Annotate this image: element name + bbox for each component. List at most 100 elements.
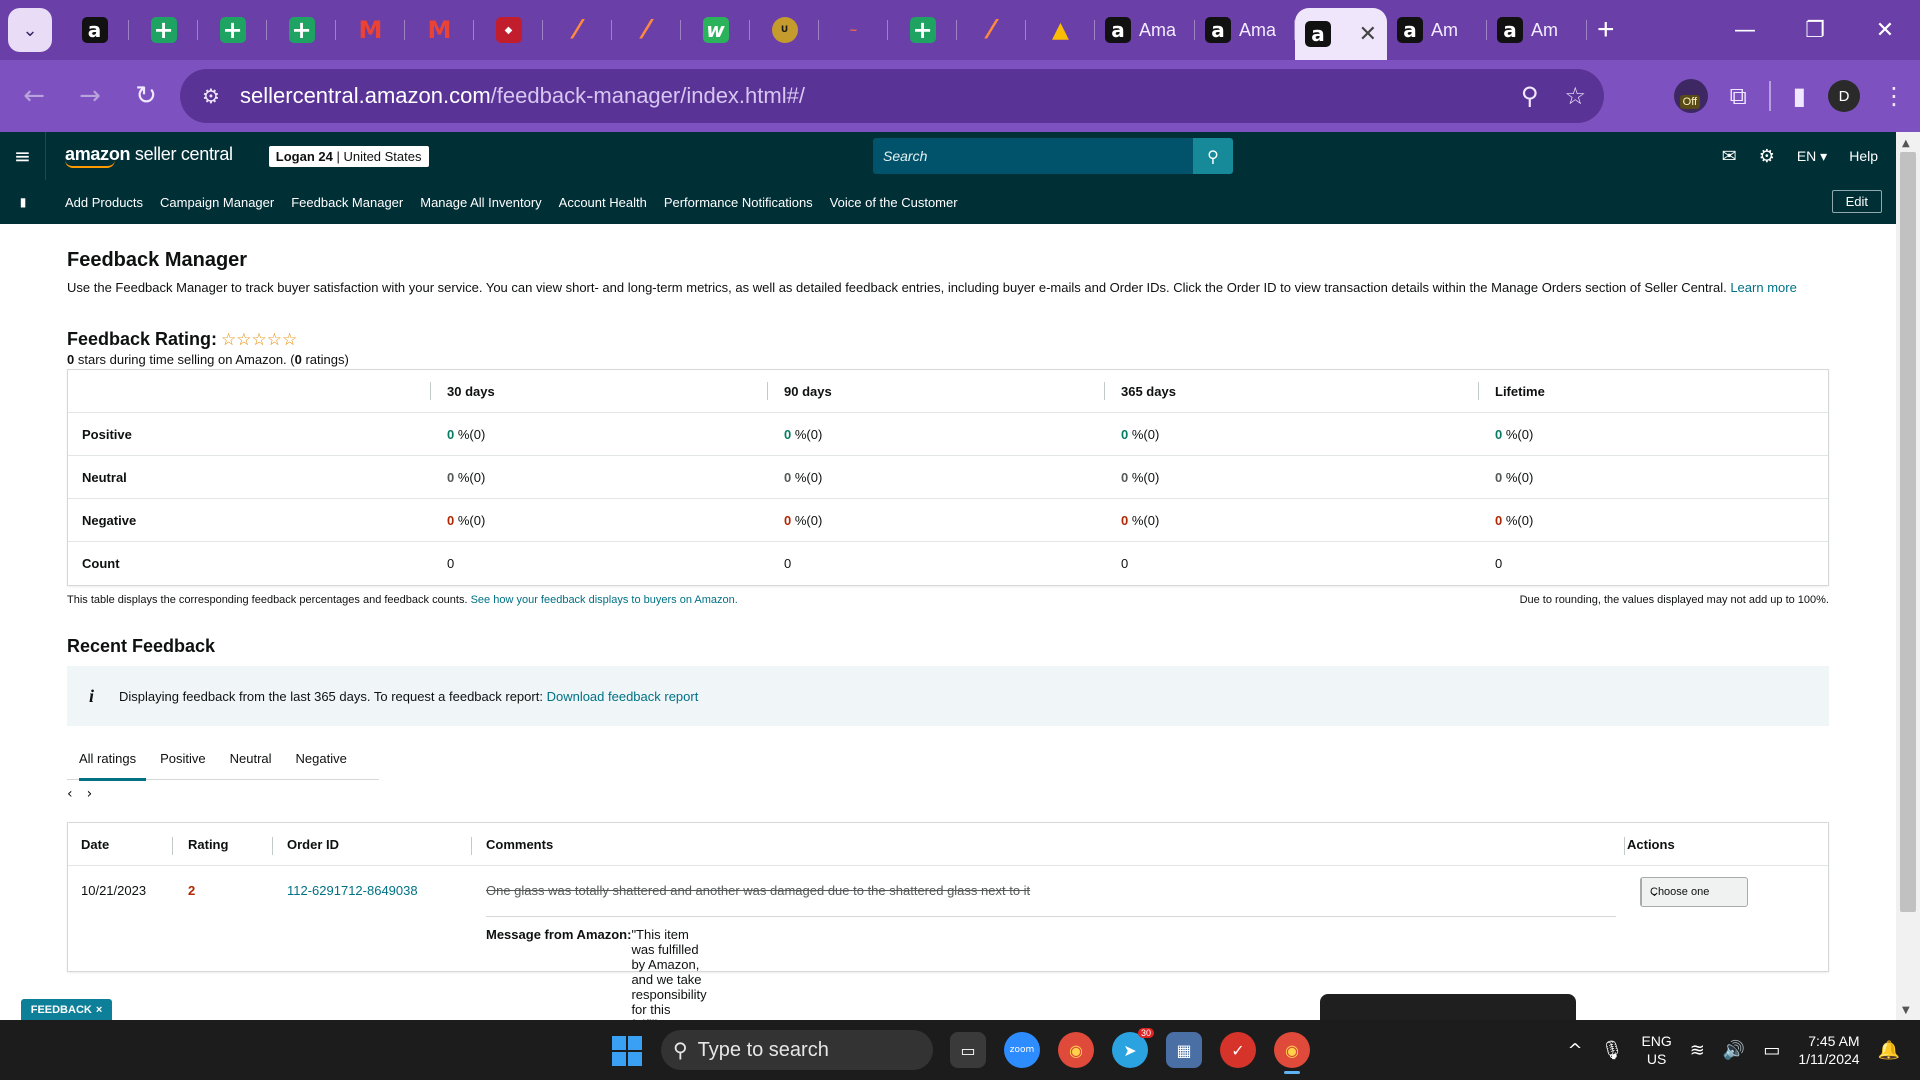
browser-tab[interactable]: + [267,8,336,52]
hamburger-menu-icon[interactable]: ≡ [0,132,46,180]
nav-link[interactable]: Performance Notifications [664,195,813,210]
scroll-up-icon[interactable]: ▲ [1902,138,1910,149]
restore-button[interactable]: ❐ [1780,18,1850,43]
browser-tab[interactable]: a Am [1387,8,1487,52]
telegram-app-icon[interactable]: ➤ 30 [1112,1028,1154,1068]
more-menu-icon[interactable]: ⋮ [1882,82,1906,110]
plus-icon: + [909,16,936,44]
metrics-cell: 0 [1495,556,1503,571]
extensions-puzzle-icon[interactable]: ⧉ [1730,82,1747,110]
new-tab-button[interactable]: + [1587,8,1637,52]
wifi-icon[interactable]: ≋ [1690,1040,1705,1061]
checkmark-app-icon[interactable]: ✓ [1220,1032,1256,1068]
nav-link[interactable]: Voice of the Customer [830,195,958,210]
nav-link[interactable]: Feedback Manager [291,195,403,210]
nav-link[interactable]: Campaign Manager [160,195,274,210]
close-icon[interactable]: × [96,1004,102,1016]
language-indicator[interactable]: ENG US [1641,1032,1671,1068]
feedback-widget-tab[interactable]: FEEDBACK × [21,999,112,1021]
bookmark-star-icon[interactable]: ☆ [1564,82,1586,110]
search-button[interactable]: ⚲ [1193,138,1233,174]
close-window-button[interactable]: ✕ [1850,18,1920,43]
browser-tab[interactable]: ⁄ [543,8,612,52]
tab-search-button[interactable]: ⌄ [8,8,52,52]
browser-tab[interactable]: U [750,8,819,52]
browser-tab[interactable]: ~ [819,8,888,52]
taskbar-search[interactable]: ⚲ Type to search [661,1030,933,1070]
browser-tab[interactable]: a [60,8,129,52]
reload-button[interactable]: ↻ [118,81,174,111]
browser-tab[interactable]: + [129,8,198,52]
back-button[interactable]: ← [6,81,62,111]
tab-all-ratings[interactable]: All ratings [67,738,148,781]
gmail-icon: M [427,16,452,44]
profile-avatar[interactable]: D [1828,80,1860,112]
chevron-up-icon[interactable]: ^ [1568,1040,1583,1061]
actions-dropdown[interactable]: Choose one ⌄ [1640,877,1748,907]
close-tab-icon[interactable]: ✕ [1359,21,1377,47]
zoom-icon[interactable]: ⚲ [1521,82,1539,110]
minimize-button[interactable]: — [1710,18,1780,43]
chevron-right-icon[interactable]: › [87,786,93,802]
metrics-row-label: Positive [82,426,132,442]
language-selector[interactable]: EN ▾ [1797,148,1827,165]
edit-nav-button[interactable]: Edit [1831,190,1882,213]
column-divider [1104,382,1105,400]
search-input[interactable] [873,138,1193,174]
gear-icon[interactable]: ⚙ [1759,146,1775,167]
nav-link[interactable]: Add Products [65,195,143,210]
browser-tab[interactable]: M [336,8,405,52]
browser-tab[interactable]: + [198,8,267,52]
browser-tab[interactable]: a Ama [1095,8,1195,52]
browser-tab[interactable]: a Ama [1195,8,1295,52]
task-view-icon[interactable]: ▭ [950,1032,986,1068]
system-clock[interactable]: 7:45 AM 1/11/2024 [1798,1032,1859,1068]
scroll-down-icon[interactable]: ▼ [1902,1005,1910,1016]
battery-icon[interactable]: ▭ [1763,1040,1780,1061]
scroll-thumb[interactable] [1900,152,1916,912]
browser-tab[interactable]: M [405,8,474,52]
download-report-link[interactable]: Download feedback report [547,689,699,704]
seller-central-logo[interactable]: amazon seller central [65,144,233,168]
metrics-row-label: Neutral [82,469,127,485]
notification-bell-icon[interactable]: 🔔 [1878,1040,1900,1061]
browser-tab[interactable]: a ✕ [1295,8,1387,60]
side-panel-icon[interactable]: ▮ [1793,82,1806,110]
windows-start-icon[interactable] [612,1036,642,1066]
page-scrollbar[interactable]: ▲ ▼ [1896,132,1920,1020]
browser-tab[interactable]: ◆ [474,8,543,52]
column-divider [172,837,173,855]
browser-tab[interactable]: + [888,8,957,52]
store-selector[interactable]: Logan 24 | United States [268,145,429,167]
browser-tab[interactable]: ⁄ [612,8,681,52]
browser-tab[interactable]: a Am [1487,8,1587,52]
extension-off-icon[interactable]: Off [1673,79,1708,113]
feedback-display-link[interactable]: See how your feedback displays to buyers… [471,594,738,606]
nav-link[interactable]: Manage All Inventory [420,195,541,210]
nav-link[interactable]: Account Health [559,195,647,210]
volume-icon[interactable]: 🔊 [1723,1040,1745,1061]
browser-tab[interactable]: ⁄ [957,8,1026,52]
mail-icon[interactable]: ✉ [1722,146,1737,167]
bookmark-icon[interactable]: ▮ [0,195,46,209]
tab-negative[interactable]: Negative [284,738,359,780]
chrome-app-icon[interactable]: ◉ [1058,1032,1094,1068]
chevron-left-icon[interactable]: ‹ [67,786,73,802]
site-settings-icon[interactable]: ⚙ [202,84,232,108]
tab-neutral[interactable]: Neutral [218,738,284,780]
microphone-icon[interactable]: 🎙 [1601,1040,1624,1061]
rating-summary: 0 stars during time selling on Amazon. (… [67,352,349,367]
browser-tab[interactable]: w [681,8,750,52]
learn-more-link[interactable]: Learn more [1730,280,1796,295]
calculator-app-icon[interactable]: ▦ [1166,1032,1202,1068]
forward-button[interactable]: → [62,81,118,111]
url-text[interactable]: sellercentral.amazon.com/feedback-manage… [240,83,805,109]
tab-positive[interactable]: Positive [148,738,218,780]
zoom-app-icon[interactable]: zoom [1004,1032,1040,1068]
browser-tab[interactable]: ▲ [1026,8,1095,52]
address-bar[interactable]: ⚙ sellercentral.amazon.com/feedback-mana… [180,69,1604,123]
metrics-cell: 0 %(0) [1121,512,1160,528]
order-id-link[interactable]: 112-6291712-8649038 [287,883,418,898]
help-link[interactable]: Help [1849,148,1878,164]
chrome-profile-app-icon[interactable]: ◉ [1274,1032,1310,1074]
